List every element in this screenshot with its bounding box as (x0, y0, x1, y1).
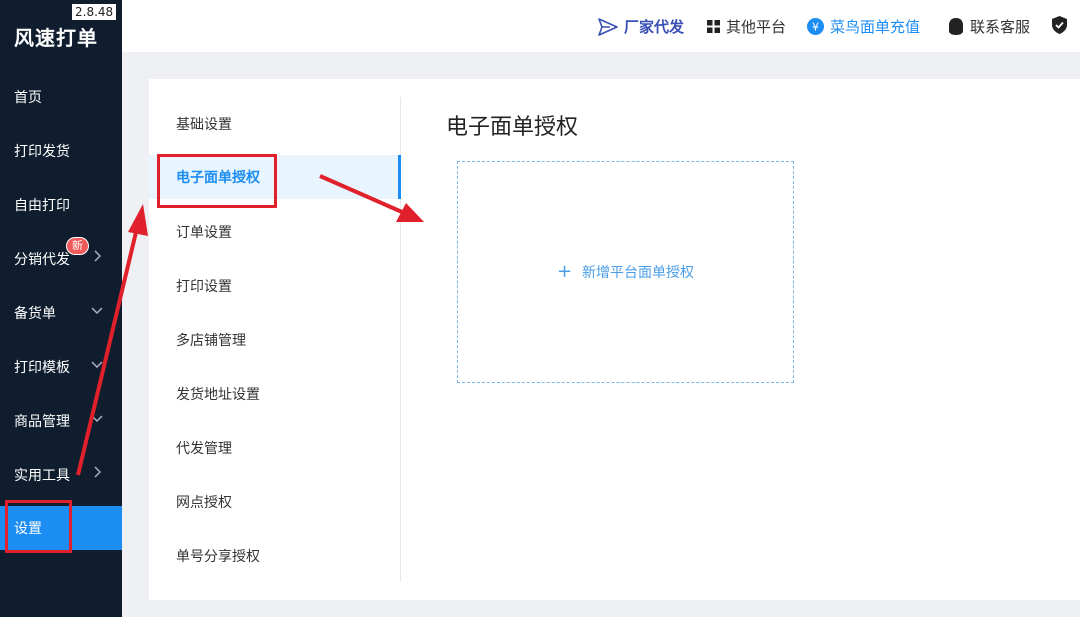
headset-icon (948, 18, 964, 35)
submenu-item-label: 基础设置 (176, 117, 232, 133)
submenu-item-basic[interactable]: 基础设置 (149, 102, 401, 146)
sidebar-item-label: 打印发货 (14, 144, 70, 160)
top-link-label: 菜鸟面单充值 (830, 18, 921, 36)
app-logo: 风速打单 (14, 26, 98, 50)
sidebar-item-home[interactable]: 首页 (0, 75, 122, 119)
sidebar-item-label: 备货单 (14, 306, 56, 322)
submenu-item-outlet-auth[interactable]: 网点授权 (149, 480, 401, 524)
top-bar: 厂家代发 其他平台 ¥ 菜鸟面单充值 联系客服 (122, 0, 1080, 52)
sidebar-item-stock-list[interactable]: 备货单 (0, 291, 122, 335)
new-badge: 新 (66, 237, 89, 255)
svg-text:¥: ¥ (812, 21, 819, 34)
top-link-label: 联系客服 (970, 18, 1031, 36)
chevron-down-icon (90, 303, 104, 317)
sidebar-item-tools[interactable]: 实用工具 (0, 453, 122, 497)
submenu-item-label: 单号分享授权 (176, 549, 260, 565)
submenu-item-multi-store[interactable]: 多店铺管理 (149, 318, 401, 362)
sidebar-item-label: 自由打印 (14, 198, 70, 214)
send-icon (598, 17, 618, 36)
security-link[interactable] (1052, 16, 1073, 34)
shield-icon (1052, 16, 1067, 34)
submenu-item-label: 打印设置 (176, 279, 232, 295)
highlight-box-waybill-auth (157, 154, 277, 208)
submenu-item-label: 网点授权 (176, 495, 232, 511)
sidebar-item-label: 分销代发 (14, 252, 70, 268)
sidebar-item-label: 首页 (14, 90, 42, 106)
cainiao-recharge-link[interactable]: ¥ 菜鸟面单充值 (807, 16, 920, 37)
vendor-dropship-link[interactable]: 厂家代发 (598, 16, 684, 37)
customer-service-link[interactable]: 联系客服 (948, 16, 1030, 37)
chevron-right-icon (90, 249, 104, 263)
submenu-item-print[interactable]: 打印设置 (149, 264, 401, 308)
sidebar-item-label: 实用工具 (14, 468, 70, 484)
top-link-label: 其他平台 (726, 18, 787, 36)
chevron-right-icon (90, 465, 104, 479)
submenu-item-dropship[interactable]: 代发管理 (149, 426, 401, 470)
add-button-label: 新增平台面单授权 (582, 265, 695, 281)
sidebar-item-print-template[interactable]: 打印模板 (0, 345, 122, 389)
top-link-label: 厂家代发 (624, 18, 685, 36)
submenu-item-tracking-share[interactable]: 单号分享授权 (149, 534, 401, 578)
yen-icon: ¥ (807, 18, 824, 35)
page-title: 电子面单授权 (446, 115, 579, 140)
highlight-box-settings (5, 500, 72, 553)
other-platforms-link[interactable]: 其他平台 (707, 16, 786, 37)
submenu-item-label: 发货地址设置 (176, 387, 260, 403)
grid-icon (707, 20, 720, 33)
submenu-item-ship-address[interactable]: 发货地址设置 (149, 372, 401, 416)
sidebar-item-print-ship[interactable]: 打印发货 (0, 129, 122, 173)
sidebar-item-distribution[interactable]: 分销代发 新 (0, 237, 122, 281)
sidebar-item-label: 打印模板 (14, 360, 70, 376)
sidebar-item-products[interactable]: 商品管理 (0, 399, 122, 443)
submenu-item-label: 代发管理 (176, 441, 232, 457)
sidebar-item-free-print[interactable]: 自由打印 (0, 183, 122, 227)
plus-icon: + (556, 261, 573, 282)
version-badge: 2.8.48 (72, 4, 117, 20)
chevron-down-icon (90, 357, 104, 371)
sidebar-item-label: 商品管理 (14, 414, 70, 430)
add-platform-waybill-auth-button[interactable]: + 新增平台面单授权 (457, 161, 794, 383)
submenu-item-label: 多店铺管理 (176, 333, 246, 349)
submenu-item-order[interactable]: 订单设置 (149, 210, 401, 254)
chevron-down-icon (90, 411, 104, 425)
submenu-item-label: 订单设置 (176, 225, 232, 241)
